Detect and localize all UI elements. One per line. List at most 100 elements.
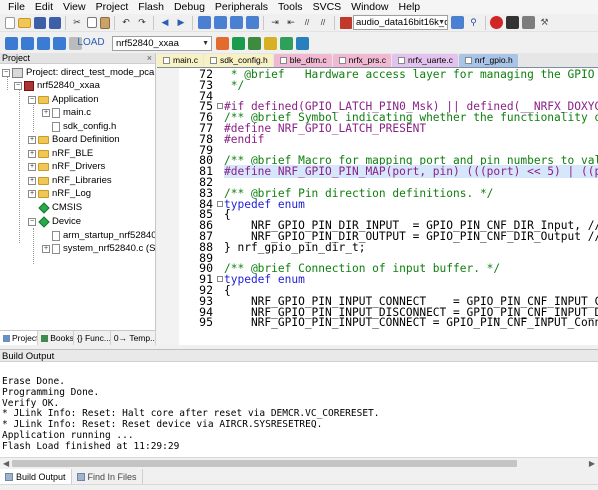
- fold-marker-icon[interactable]: [217, 103, 223, 110]
- tab-build-output[interactable]: Build Output: [0, 469, 72, 484]
- tab-templates[interactable]: 0→ Temp...: [111, 331, 157, 345]
- config-icon[interactable]: [522, 16, 535, 29]
- fold-column[interactable]: [217, 68, 223, 345]
- download-icon[interactable]: LOAD: [77, 37, 104, 50]
- tab-project[interactable]: Project: [0, 331, 39, 345]
- stop-icon[interactable]: [506, 16, 519, 29]
- new-file-icon[interactable]: [4, 16, 15, 29]
- collapse-icon[interactable]: −: [28, 95, 36, 104]
- tree-item-device[interactable]: − Device: [28, 215, 81, 228]
- find-icon[interactable]: [339, 16, 352, 29]
- file-combo[interactable]: audio_data16bit16k_dec ▼: [353, 15, 448, 30]
- bookmark-next-icon[interactable]: [229, 16, 243, 29]
- scroll-left-icon[interactable]: ◀: [3, 459, 9, 468]
- code-line[interactable]: } nrf_gpio_pin_dir_t;: [224, 242, 365, 253]
- collapse-icon[interactable]: −: [28, 217, 36, 226]
- build-output-scrollbar[interactable]: ◀ ▶: [0, 457, 598, 469]
- batch-build-icon[interactable]: [52, 36, 66, 50]
- menu-project[interactable]: Project: [91, 0, 134, 14]
- save-all-icon[interactable]: [48, 16, 61, 29]
- menu-window[interactable]: Window: [346, 0, 393, 14]
- redo-icon[interactable]: ↷: [136, 16, 149, 29]
- comment-icon[interactable]: //: [301, 16, 314, 29]
- code-line[interactable]: * @brief Hardware access layer for manag…: [224, 69, 595, 80]
- menu-debug[interactable]: Debug: [169, 0, 210, 14]
- paste-icon[interactable]: [99, 16, 110, 29]
- menu-help[interactable]: Help: [394, 0, 426, 14]
- code-line[interactable]: */: [224, 80, 244, 91]
- editor-tab[interactable]: sdk_config.h: [204, 54, 273, 67]
- bookmark-icon[interactable]: [197, 16, 211, 29]
- cut-icon[interactable]: ✂: [71, 16, 84, 29]
- tree-item-nrf-libraries[interactable]: + nRF_Libraries: [28, 174, 112, 187]
- tree-item-nrf-drivers[interactable]: + nRF_Drivers: [28, 160, 105, 173]
- menu-peripherals[interactable]: Peripherals: [210, 0, 273, 14]
- pack-installer-icon[interactable]: [264, 36, 277, 50]
- close-icon[interactable]: ×: [147, 53, 152, 64]
- unindent-icon[interactable]: ⇤: [285, 16, 298, 29]
- expand-icon[interactable]: +: [28, 162, 36, 171]
- editor-tab[interactable]: nrfx_uarte.c: [391, 54, 458, 67]
- editor-tab[interactable]: nrf_gpio.h: [458, 54, 518, 67]
- nav-back-icon[interactable]: ◀: [159, 16, 172, 29]
- code-line[interactable]: #define NRF_GPIO_PIN_MAP(port, pin) (((p…: [224, 165, 598, 179]
- editor-tab[interactable]: ble_dtm.c: [273, 54, 332, 67]
- search-icon[interactable]: ⚲: [467, 16, 480, 29]
- bookmark-prev-icon[interactable]: [213, 16, 227, 29]
- target-combo[interactable]: nrf52840_xxaa ▼: [112, 35, 212, 51]
- menu-edit[interactable]: Edit: [30, 0, 58, 14]
- expand-icon[interactable]: +: [28, 149, 36, 158]
- menu-svcs[interactable]: SVCS: [308, 0, 347, 14]
- menu-view[interactable]: View: [58, 0, 91, 14]
- scroll-right-icon[interactable]: ▶: [589, 459, 595, 468]
- tab-books[interactable]: Books: [38, 331, 74, 345]
- tree-item-nrf-log[interactable]: + nRF_Log: [28, 187, 91, 200]
- compile-icon[interactable]: [4, 36, 18, 50]
- collapse-icon[interactable]: −: [2, 68, 10, 77]
- debug-session-icon[interactable]: [490, 16, 503, 29]
- scroll-thumb[interactable]: [12, 460, 517, 467]
- copy-icon[interactable]: [86, 17, 97, 28]
- tree-item-system-nrf52840[interactable]: + system_nrf52840.c (Startu: [42, 242, 155, 255]
- tree-item-nrf-ble[interactable]: + nRF_BLE: [28, 147, 93, 160]
- code-line[interactable]: typedef enum: [224, 274, 305, 285]
- tab-functions[interactable]: {} Func...: [74, 331, 111, 345]
- tree-item-board-definition[interactable]: + Board Definition: [28, 133, 120, 146]
- tree-item-cmsis[interactable]: CMSIS: [38, 201, 82, 214]
- fold-marker-icon[interactable]: [217, 200, 223, 207]
- editor-tab[interactable]: nrfx_prs.c: [332, 54, 391, 67]
- find-in-files-icon[interactable]: [451, 16, 464, 29]
- rebuild-icon[interactable]: [36, 36, 50, 50]
- wrench-icon[interactable]: ⚒: [538, 16, 551, 29]
- rte-icon[interactable]: [296, 36, 309, 50]
- code-editor[interactable]: 72 73 74 75 76 77 78 79 80 81 82 83 84 85 86 87 88 89 90 91…: [157, 68, 598, 345]
- open-folder-icon[interactable]: [17, 17, 31, 28]
- save-icon[interactable]: [33, 16, 46, 29]
- editor-tab[interactable]: main.c: [157, 54, 204, 67]
- fold-marker-icon[interactable]: [217, 276, 223, 283]
- target-options-icon[interactable]: [216, 36, 229, 50]
- menu-file[interactable]: File: [3, 0, 30, 14]
- build-output-text[interactable]: Erase Done. Programming Done. Verify OK. * …: [0, 362, 598, 457]
- uncomment-icon[interactable]: //: [317, 16, 330, 29]
- tree-item-target[interactable]: − nrf52840_xxaa: [14, 79, 100, 92]
- menu-tools[interactable]: Tools: [273, 0, 308, 14]
- manage-components-icon[interactable]: [232, 36, 245, 50]
- expand-icon[interactable]: +: [28, 176, 36, 185]
- menu-flash[interactable]: Flash: [133, 0, 169, 14]
- code-line[interactable]: NRF_GPIO_PIN_INPUT_CONNECT = GPIO_PIN_CN…: [224, 317, 598, 328]
- collapse-icon[interactable]: −: [14, 81, 22, 90]
- file-extensions-icon[interactable]: [248, 36, 261, 50]
- tree-item-application[interactable]: − Application: [28, 93, 98, 106]
- code-line[interactable]: typedef enum: [224, 198, 305, 209]
- breakpoint-gutter[interactable]: [157, 68, 179, 345]
- expand-icon[interactable]: +: [42, 244, 50, 253]
- expand-icon[interactable]: +: [28, 135, 36, 144]
- undo-icon[interactable]: ↶: [120, 16, 133, 29]
- tree-item-sdk-config[interactable]: sdk_config.h: [52, 120, 116, 133]
- bookmark-clear-icon[interactable]: [245, 16, 259, 29]
- tab-find-in-files[interactable]: Find In Files: [72, 469, 143, 484]
- expand-icon[interactable]: +: [28, 189, 36, 198]
- tree-item-project[interactable]: − Project: direct_test_mode_pca10056: [2, 66, 155, 79]
- select-packs-icon[interactable]: [280, 36, 293, 50]
